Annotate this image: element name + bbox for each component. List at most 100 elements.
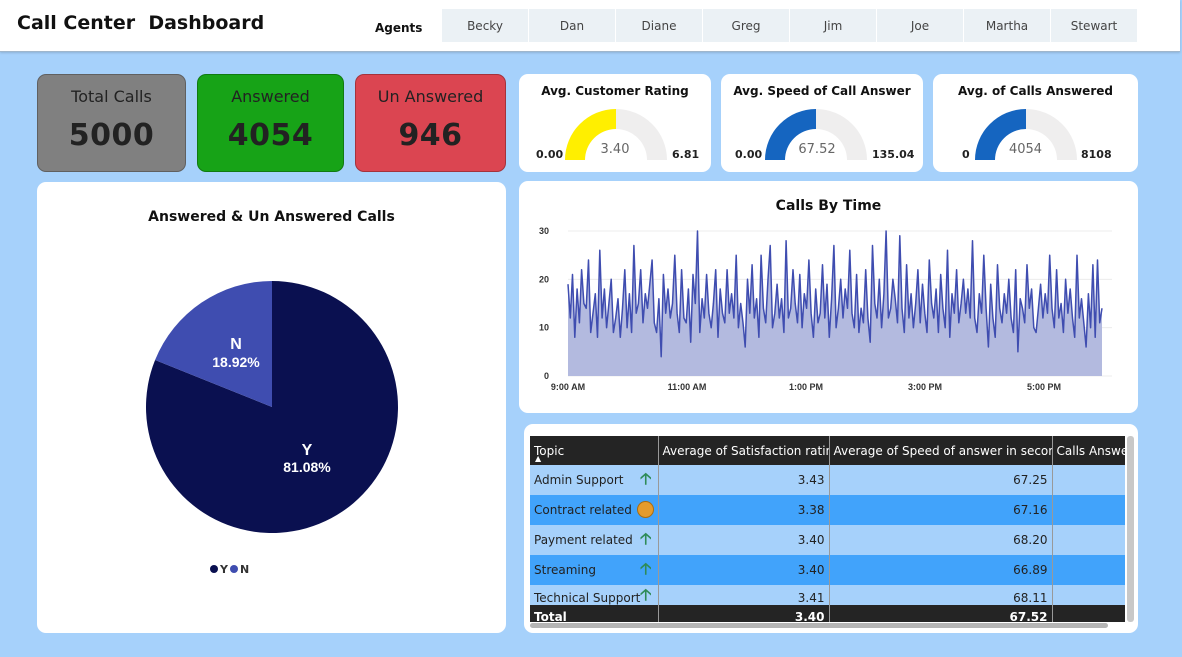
calls-cell: 8 (1052, 525, 1125, 555)
dashboard-title: Call Center Dashboard (17, 12, 265, 34)
topic-table: Topic Average of Satisfaction rating Ave… (530, 436, 1125, 622)
legend-label-y[interactable]: Y (220, 563, 228, 576)
table-row[interactable]: Technical Support🡡 3.41 68.11 8 (530, 585, 1125, 605)
agent-button-joe[interactable]: Joe (877, 9, 963, 42)
rating-cell: 3.41 (658, 585, 830, 605)
x-tick-label: 3:00 PM (908, 382, 942, 392)
calls-cell: 8 (1052, 555, 1125, 585)
column-header-topic[interactable]: Topic (530, 436, 659, 465)
column-header-satisfaction[interactable]: Average of Satisfaction rating (658, 436, 830, 465)
column-header-calls[interactable]: Calls Answered (1052, 436, 1125, 465)
topic-cell: Technical Support 🡡 (530, 585, 659, 605)
total-calls-label: Total Calls (71, 87, 152, 106)
speed-cell: 67.16 (829, 495, 1053, 525)
gauge-min: 0.00 (735, 148, 763, 161)
answered-pie-card: Answered & Un Answered Calls Y 81.08% N … (37, 182, 506, 633)
topic-name: Admin Support (534, 473, 624, 487)
agent-button-martha[interactable]: Martha (964, 9, 1050, 42)
slice-y-name: Y (302, 442, 313, 459)
unanswered-calls-value: 946 (398, 118, 463, 153)
table-total-row: Total 3.40 67.52 40 (530, 605, 1125, 622)
gauge-max: 8108 (1081, 148, 1112, 161)
speed-cell: 67.25 (829, 465, 1053, 495)
topic-name: Payment related (534, 533, 633, 547)
unanswered-calls-label: Un Answered (377, 87, 484, 106)
agent-button-dan[interactable]: Dan (529, 9, 615, 42)
total-label: Total (530, 605, 659, 622)
total-rating: 3.40 (658, 605, 830, 622)
y-tick-label: 20 (539, 274, 549, 284)
y-tick-label: 30 (539, 226, 549, 236)
calls-cell: 8 (1052, 585, 1125, 605)
circle-icon (636, 501, 654, 518)
x-tick-label: 11:00 AM (668, 382, 707, 392)
table-row[interactable]: Streaming 🡡 3.40 66.89 8 (530, 555, 1125, 585)
sort-ascending-icon[interactable]: ▲ (535, 454, 541, 463)
table-row[interactable]: Contract related 3.38 67.16 7 (530, 495, 1125, 525)
up-arrow-icon: 🡡 (640, 559, 652, 578)
gauge-min: 0.00 (536, 148, 564, 161)
rating-cell: 3.38 (658, 495, 830, 525)
pie-legend: YN (210, 562, 251, 576)
up-arrow-icon: 🡡 (640, 469, 652, 488)
speed-cell: 68.20 (829, 525, 1053, 555)
total-speed: 67.52 (829, 605, 1053, 622)
total-calls-card: Total Calls 5000 (37, 74, 186, 172)
rating-cell: 3.40 (658, 555, 830, 585)
rating-cell: 3.43 (658, 465, 830, 495)
topic-name: Contract related (534, 503, 632, 517)
total-calls-value: 5000 (68, 118, 155, 153)
agent-button-greg[interactable]: Greg (703, 9, 789, 42)
y-tick-label: 0 (544, 371, 549, 381)
topic-cell: Contract related (530, 495, 659, 525)
table-vertical-scrollbar[interactable] (1127, 436, 1134, 622)
gauge-title: Avg. Speed of Call Answer (733, 84, 911, 98)
x-tick-label: 9:00 AM (551, 382, 585, 392)
legend-dot-y (210, 565, 218, 573)
rating-cell: 3.40 (658, 525, 830, 555)
x-tick-label: 5:00 PM (1027, 382, 1061, 392)
gauge-min: 0 (962, 148, 970, 161)
gauge-max: 135.04 (872, 148, 915, 161)
agent-button-stewart[interactable]: Stewart (1051, 9, 1137, 42)
customer-rating-gauge-card: Avg. Customer Rating 3.40 0.00 6.81 (519, 74, 711, 172)
total-calls: 40 (1052, 605, 1125, 622)
topic-name: Technical Support (534, 591, 641, 605)
slice-y-percent: 81.08% (283, 459, 331, 475)
speed-of-answer-gauge-card: Avg. Speed of Call Answer 67.52 0.00 135… (721, 74, 923, 172)
speed-cell: 68.11 (829, 585, 1053, 605)
legend-label-n[interactable]: N (240, 563, 249, 576)
table-header-row: Topic Average of Satisfaction rating Ave… (530, 436, 1125, 465)
gauge-title: Avg. of Calls Answered (958, 84, 1113, 98)
unanswered-calls-card: Un Answered 946 (355, 74, 506, 172)
table-horizontal-scrollbar[interactable] (530, 623, 1108, 628)
answered-calls-value: 4054 (227, 118, 314, 153)
table-row[interactable]: Admin Support 🡡 3.43 67.25 7 (530, 465, 1125, 495)
slice-n-percent: 18.92% (212, 354, 260, 370)
pie-chart: Y 81.08% N 18.92% (146, 281, 398, 533)
column-header-speed[interactable]: Average of Speed of answer in seconds (829, 436, 1053, 465)
agents-slicer-label: Agents (375, 21, 423, 35)
table-row[interactable]: Payment related 🡡 3.40 68.20 8 (530, 525, 1125, 555)
gauge-title: Avg. Customer Rating (541, 84, 689, 98)
gauge-max: 6.81 (672, 148, 700, 161)
topic-cell: Streaming 🡡 (530, 555, 659, 585)
x-tick-label: 1:00 PM (789, 382, 823, 392)
slice-n-name: N (230, 336, 242, 353)
topic-cell: Admin Support 🡡 (530, 465, 659, 495)
topic-cell: Payment related 🡡 (530, 525, 659, 555)
agent-button-jim[interactable]: Jim (790, 9, 876, 42)
calls-by-time-card: Calls By Time 0 10 20 30 9:00 AM 11:00 AM 1:00… (519, 181, 1138, 413)
calls-by-time-chart: 0 10 20 30 9:00 AM 11:00 AM 1:00 PM 3:00 PM 5:00… (539, 226, 1112, 392)
topic-name: Streaming (534, 563, 596, 577)
calls-answered-gauge-card: Avg. of Calls Answered 4054 0 8108 (933, 74, 1138, 172)
calls-cell: 7 (1052, 495, 1125, 525)
agent-button-becky[interactable]: Becky (442, 9, 528, 42)
calls-cell: 7 (1052, 465, 1125, 495)
answered-calls-label: Answered (231, 87, 310, 106)
y-tick-label: 10 (539, 323, 549, 333)
up-arrow-icon: 🡡 (640, 585, 652, 604)
up-arrow-icon: 🡡 (640, 529, 652, 548)
agent-button-diane[interactable]: Diane (616, 9, 702, 42)
dashboard-header: Call Center Dashboard Agents Becky Dan D… (0, 0, 1180, 52)
